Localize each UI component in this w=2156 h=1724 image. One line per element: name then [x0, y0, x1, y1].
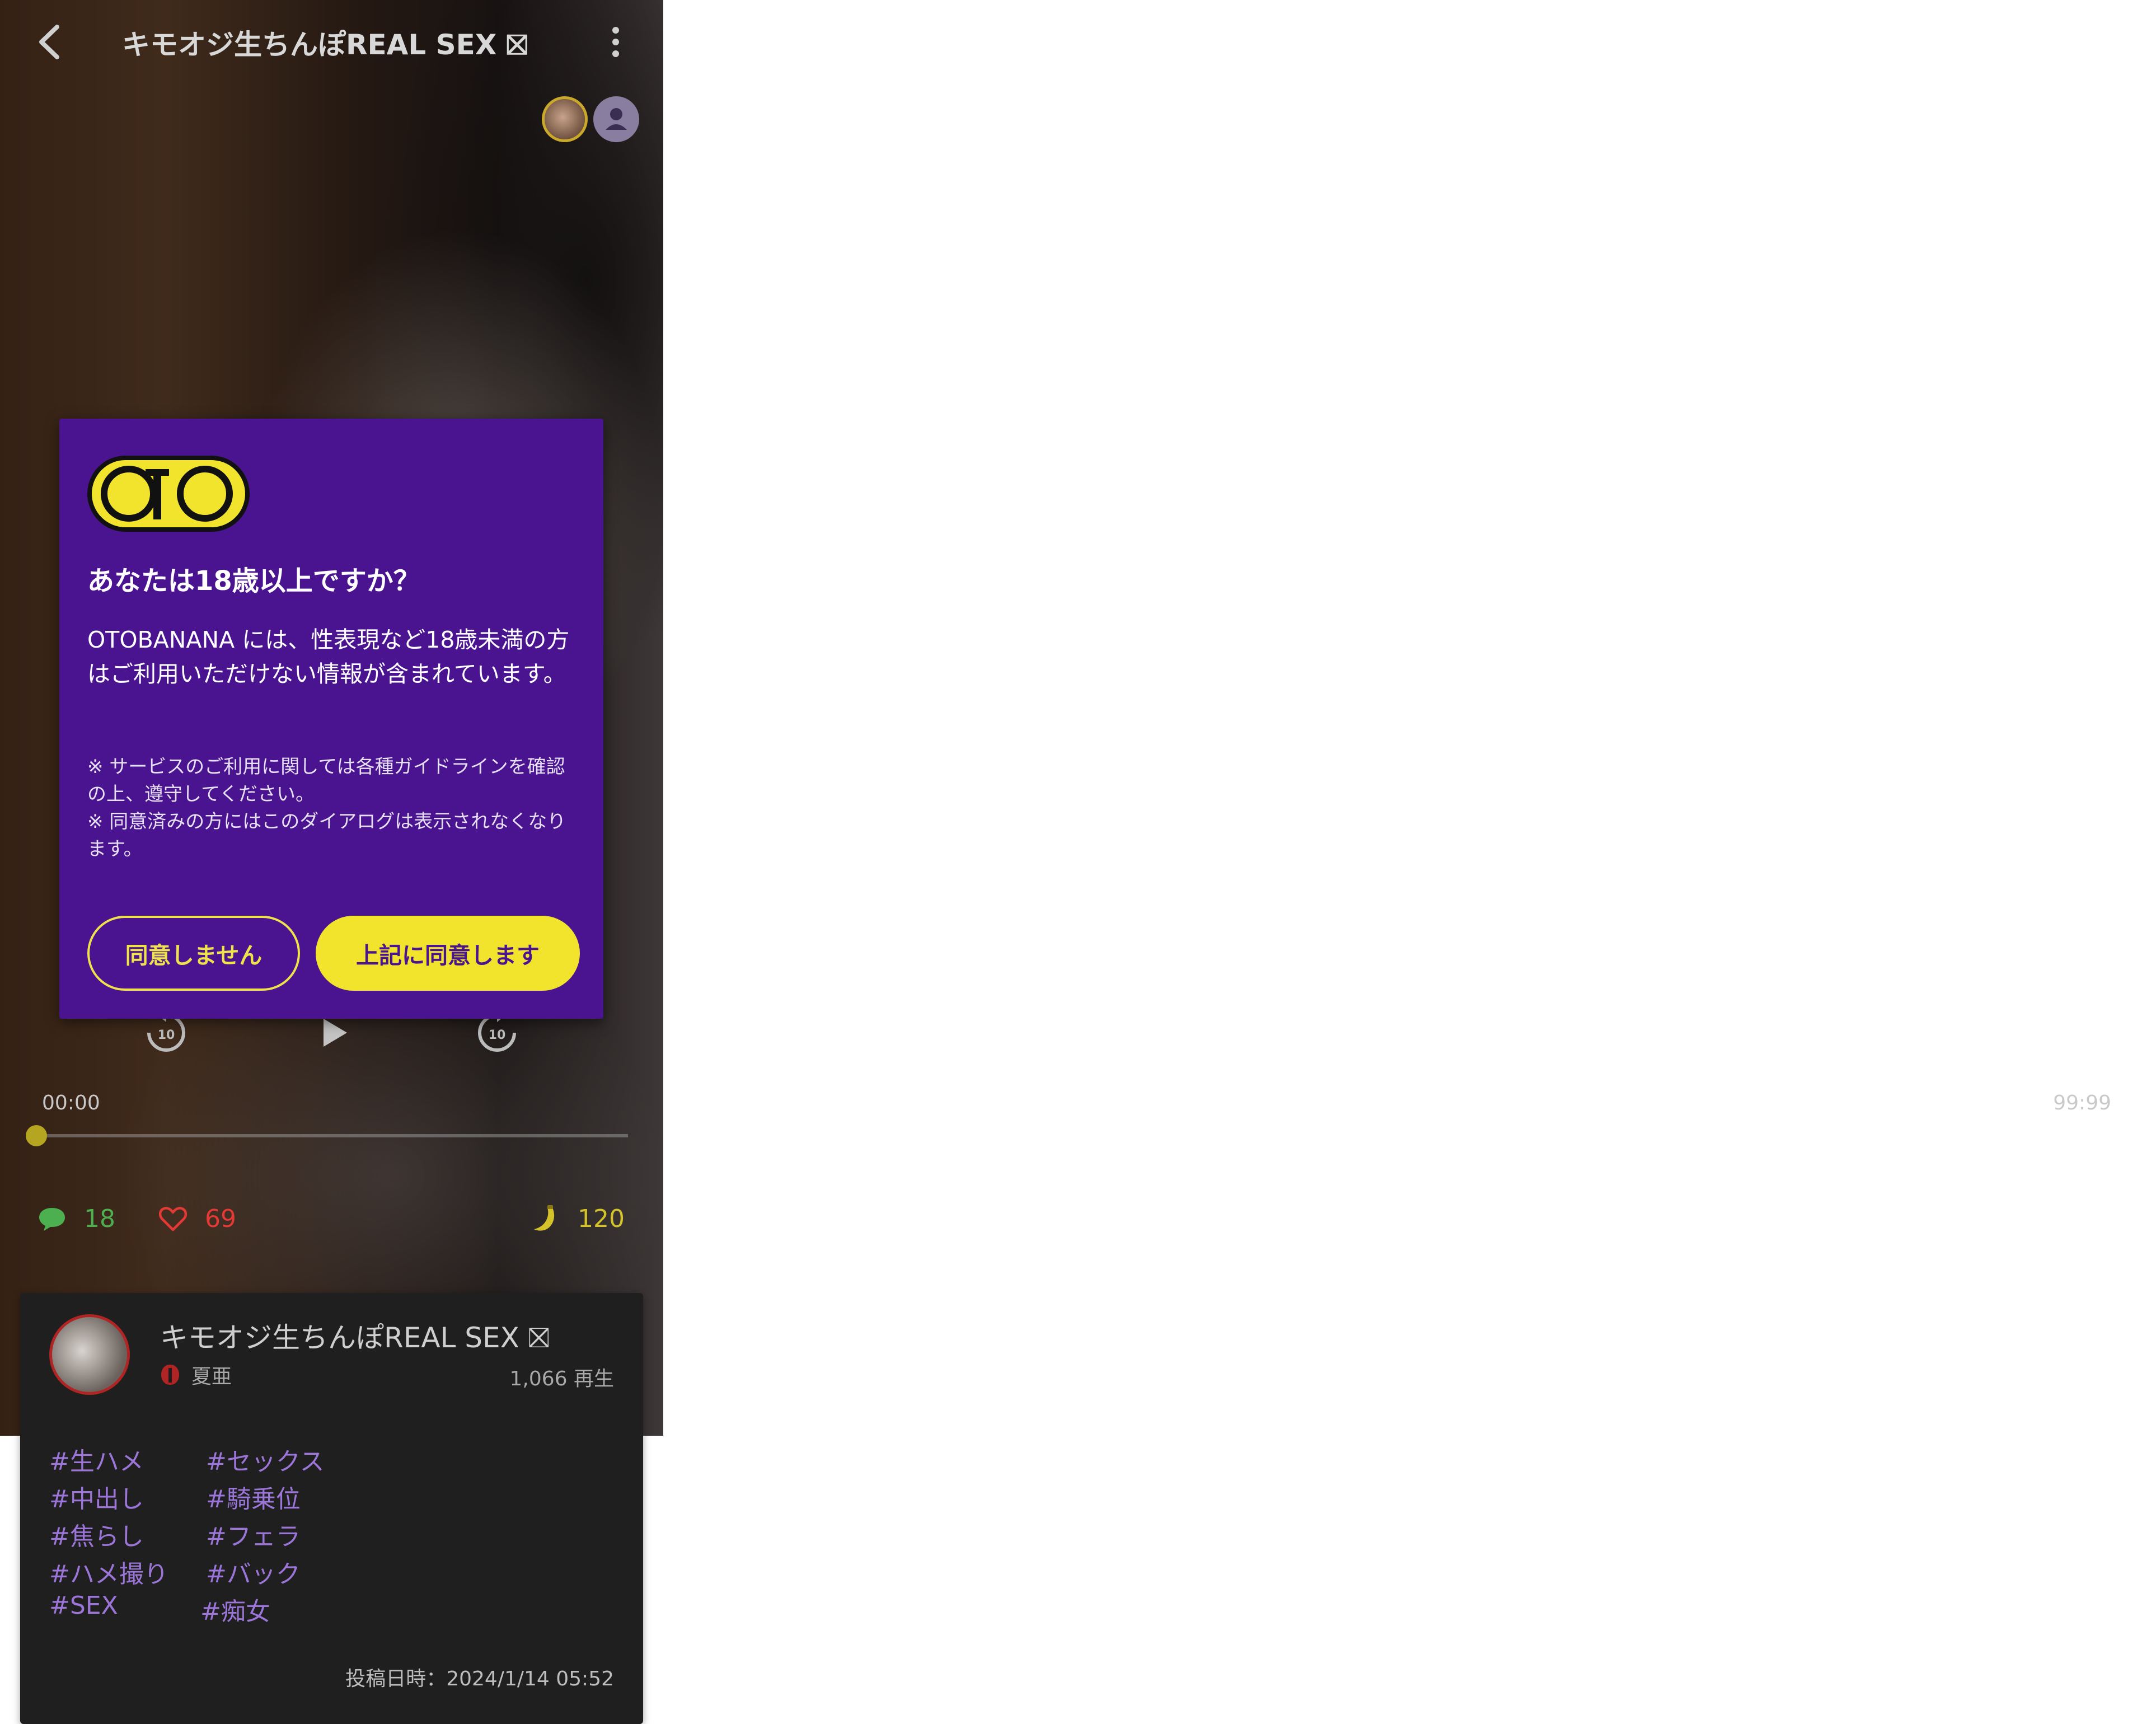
dialog-body: OTOBANANA には、性表現など18歳未満の方はご利用いただけない情報が含ま… — [87, 626, 570, 687]
oto-logo — [87, 456, 250, 532]
chevron-left-icon[interactable] — [34, 22, 67, 62]
tag-link[interactable]: #フェラ — [206, 1516, 301, 1552]
time-elapsed: 00:00 — [42, 1091, 100, 1114]
more-vertical-icon[interactable] — [604, 24, 627, 63]
banana-count: 120 — [578, 1204, 625, 1233]
tag-link[interactable]: #中出し — [49, 1479, 144, 1515]
track-info-card: キモオジ生ちんぽREAL SEX ⛝ 夏亜 1,066 再生 #生ハメ #セック… — [20, 1293, 643, 1724]
comment-icon — [39, 1208, 65, 1231]
likes-stat[interactable]: 69 — [158, 1203, 236, 1234]
page-title: キモオジ生ちんぽREAL SEX ⛝ — [122, 29, 528, 61]
time-total: 99:99 — [2053, 1091, 2111, 1114]
dialog-heading: あなたは18歳以上ですか？ — [87, 565, 420, 597]
author-avatar[interactable] — [49, 1314, 130, 1395]
seek-bar[interactable] — [26, 1125, 628, 1146]
tag-link[interactable]: #セックス — [206, 1441, 325, 1477]
play-count: 1,066 再生 — [509, 1367, 614, 1390]
top-bar: キモオジ生ちんぽREAL SEX ⛝ — [0, 0, 663, 84]
age-verification-dialog: あなたは18歳以上ですか？ OTOBANANA には、性表現など18歳未満の方は… — [59, 419, 603, 1019]
like-count: 69 — [205, 1204, 236, 1233]
svg-text:10: 10 — [158, 1028, 175, 1042]
avatar[interactable] — [593, 96, 639, 142]
user-icon — [606, 108, 627, 130]
svg-text:10: 10 — [489, 1028, 506, 1042]
bananas-stat[interactable]: 120 — [531, 1203, 625, 1234]
stats-row: 18 69 120 — [0, 1203, 663, 1248]
tag-link[interactable]: #生ハメ — [49, 1441, 144, 1477]
posted-date: 投稿日時：2024/1/14 05:52 — [345, 1667, 614, 1690]
comments-stat[interactable]: 18 — [37, 1203, 115, 1234]
author-name: 夏亜 — [191, 1365, 232, 1388]
avatar[interactable] — [542, 96, 588, 142]
track-title: キモオジ生ちんぽREAL SEX ⛝ — [160, 1322, 550, 1354]
decline-button[interactable]: 同意しません — [87, 916, 300, 991]
tag-link[interactable]: #騎乗位 — [206, 1479, 301, 1515]
tag-link[interactable]: #焦らし — [49, 1516, 144, 1552]
banana-icon — [534, 1205, 555, 1231]
tag-link[interactable]: #ハメ撮り — [49, 1554, 168, 1590]
tag-link[interactable]: #バック — [206, 1554, 301, 1590]
heart-icon — [158, 1207, 188, 1231]
comment-count: 18 — [84, 1204, 115, 1233]
dialog-note: ※ サービスのご利用に関しては各種ガイドラインを確認の上、遵守してください。 ※… — [87, 756, 566, 860]
seek-handle[interactable] — [26, 1125, 47, 1146]
tag-link[interactable]: #SEX — [49, 1591, 118, 1620]
creator-badge-icon — [161, 1365, 179, 1385]
agree-button[interactable]: 上記に同意します — [316, 916, 580, 991]
tag-link[interactable]: #痴女 — [200, 1591, 270, 1627]
author-link[interactable]: 夏亜 — [160, 1360, 232, 1389]
